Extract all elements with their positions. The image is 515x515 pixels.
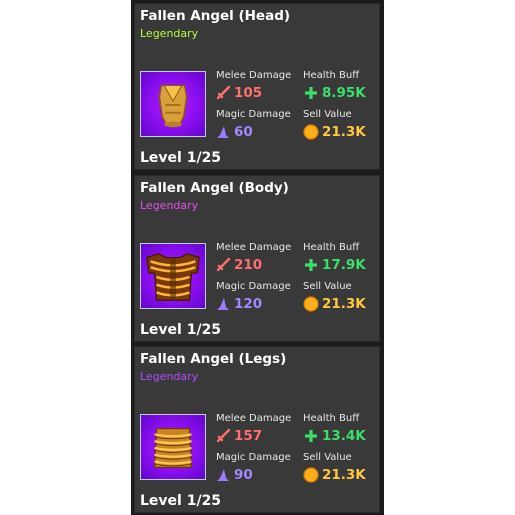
rarity-label: Legendary bbox=[140, 199, 199, 212]
coin-icon bbox=[303, 467, 319, 483]
wizard-hat-icon bbox=[217, 298, 229, 310]
sell-label: Sell Value bbox=[303, 109, 352, 120]
item-level: Level 1/25 bbox=[140, 493, 222, 509]
magic-stat: 120 bbox=[215, 296, 262, 312]
health-stat: 17.9K bbox=[303, 257, 366, 273]
health-stat: 13.4K bbox=[303, 428, 366, 444]
magic-label: Magic Damage bbox=[216, 281, 291, 292]
magic-value: 120 bbox=[234, 296, 263, 312]
item-level: Level 1/25 bbox=[140, 150, 222, 166]
chestplate-icon bbox=[140, 243, 206, 309]
item-list-panel: Fallen Angel (Head) Legendary Melee Dama… bbox=[131, 0, 384, 515]
magic-label: Magic Damage bbox=[216, 452, 291, 463]
item-card-head[interactable]: Fallen Angel (Head) Legendary Melee Dama… bbox=[134, 3, 380, 170]
health-value: 8.95K bbox=[322, 85, 366, 101]
wizard-hat-icon bbox=[217, 469, 229, 481]
item-title: Fallen Angel (Legs) bbox=[140, 351, 287, 367]
item-card-legs[interactable]: Fallen Angel (Legs) Legendary Melee Dama… bbox=[134, 346, 380, 513]
health-stat: 8.95K bbox=[303, 85, 366, 101]
melee-value: 105 bbox=[234, 85, 263, 101]
magic-value: 90 bbox=[234, 467, 253, 483]
item-level: Level 1/25 bbox=[140, 322, 222, 338]
plus-icon bbox=[305, 430, 317, 442]
leggings-icon bbox=[140, 414, 206, 480]
coin-icon bbox=[303, 124, 319, 140]
plus-icon bbox=[305, 259, 317, 271]
melee-stat: 210 bbox=[215, 257, 262, 273]
health-label: Health Buff bbox=[303, 70, 360, 81]
melee-stat: 157 bbox=[215, 428, 262, 444]
melee-label: Melee Damage bbox=[216, 242, 292, 253]
melee-value: 157 bbox=[234, 428, 263, 444]
melee-label: Melee Damage bbox=[216, 70, 292, 81]
plus-icon bbox=[305, 87, 317, 99]
sword-icon bbox=[216, 428, 231, 443]
magic-stat: 90 bbox=[215, 467, 253, 483]
sell-stat: 21.3K bbox=[303, 296, 366, 312]
item-card-body[interactable]: Fallen Angel (Body) Legendary Melee Dama… bbox=[134, 175, 380, 342]
sell-stat: 21.3K bbox=[303, 124, 366, 140]
health-label: Health Buff bbox=[303, 413, 360, 424]
melee-label: Melee Damage bbox=[216, 413, 292, 424]
magic-stat: 60 bbox=[215, 124, 253, 140]
item-title: Fallen Angel (Body) bbox=[140, 180, 289, 196]
coin-icon bbox=[303, 296, 319, 312]
sell-value: 21.3K bbox=[322, 467, 366, 483]
melee-value: 210 bbox=[234, 257, 263, 273]
helmet-icon bbox=[140, 71, 206, 137]
sword-icon bbox=[216, 257, 231, 272]
sell-label: Sell Value bbox=[303, 281, 352, 292]
rarity-label: Legendary bbox=[140, 370, 199, 383]
health-label: Health Buff bbox=[303, 242, 360, 253]
wizard-hat-icon bbox=[217, 126, 229, 138]
magic-value: 60 bbox=[234, 124, 253, 140]
magic-label: Magic Damage bbox=[216, 109, 291, 120]
item-title: Fallen Angel (Head) bbox=[140, 8, 291, 24]
health-value: 17.9K bbox=[322, 257, 366, 273]
sword-icon bbox=[216, 85, 231, 100]
sell-value: 21.3K bbox=[322, 296, 366, 312]
sell-stat: 21.3K bbox=[303, 467, 366, 483]
sell-label: Sell Value bbox=[303, 452, 352, 463]
health-value: 13.4K bbox=[322, 428, 366, 444]
sell-value: 21.3K bbox=[322, 124, 366, 140]
rarity-label: Legendary bbox=[140, 27, 199, 40]
melee-stat: 105 bbox=[215, 85, 262, 101]
